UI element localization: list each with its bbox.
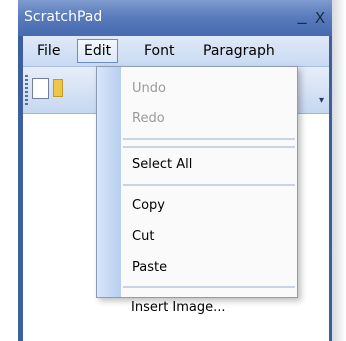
menu-file[interactable]: File [31, 41, 66, 61]
menu-item-cut[interactable]: Cut [132, 226, 154, 248]
menu-bar: File Edit Font Paragraph [23, 36, 329, 67]
menu-separator [123, 184, 295, 186]
app-window: ScratchPad _ X File Edit Font Paragraph … [0, 0, 346, 341]
menu-item-paste[interactable]: Paste [132, 257, 167, 279]
minimize-button[interactable]: _ [293, 6, 311, 28]
menu-separator [123, 286, 295, 288]
new-document-icon[interactable] [32, 78, 49, 99]
close-button[interactable]: X [312, 9, 328, 27]
menu-font[interactable]: Font [138, 41, 180, 61]
menu-separator [123, 138, 295, 140]
menu-icon-gutter [97, 67, 121, 297]
menu-separator [123, 146, 295, 148]
title-bar[interactable]: ScratchPad _ X [18, 0, 332, 36]
menu-paragraph[interactable]: Paragraph [197, 41, 281, 61]
window-shadow [332, 0, 346, 341]
menu-item-insert-image[interactable]: Insert Image... [131, 297, 226, 319]
menu-item-select-all[interactable]: Select All [132, 154, 192, 176]
window-title: ScratchPad [24, 9, 103, 25]
menu-edit[interactable]: Edit [77, 39, 119, 63]
edit-menu-dropdown: Undo Redo Select All Copy Cut Paste [96, 66, 298, 298]
menu-item-undo[interactable]: Undo [132, 78, 166, 100]
menu-item-redo[interactable]: Redo [132, 108, 165, 130]
menu-item-copy[interactable]: Copy [132, 195, 165, 217]
open-folder-icon[interactable] [53, 79, 63, 97]
toolbar-overflow-chevron-down-icon[interactable]: ▾ [315, 95, 328, 111]
toolbar-grip[interactable] [25, 75, 28, 105]
